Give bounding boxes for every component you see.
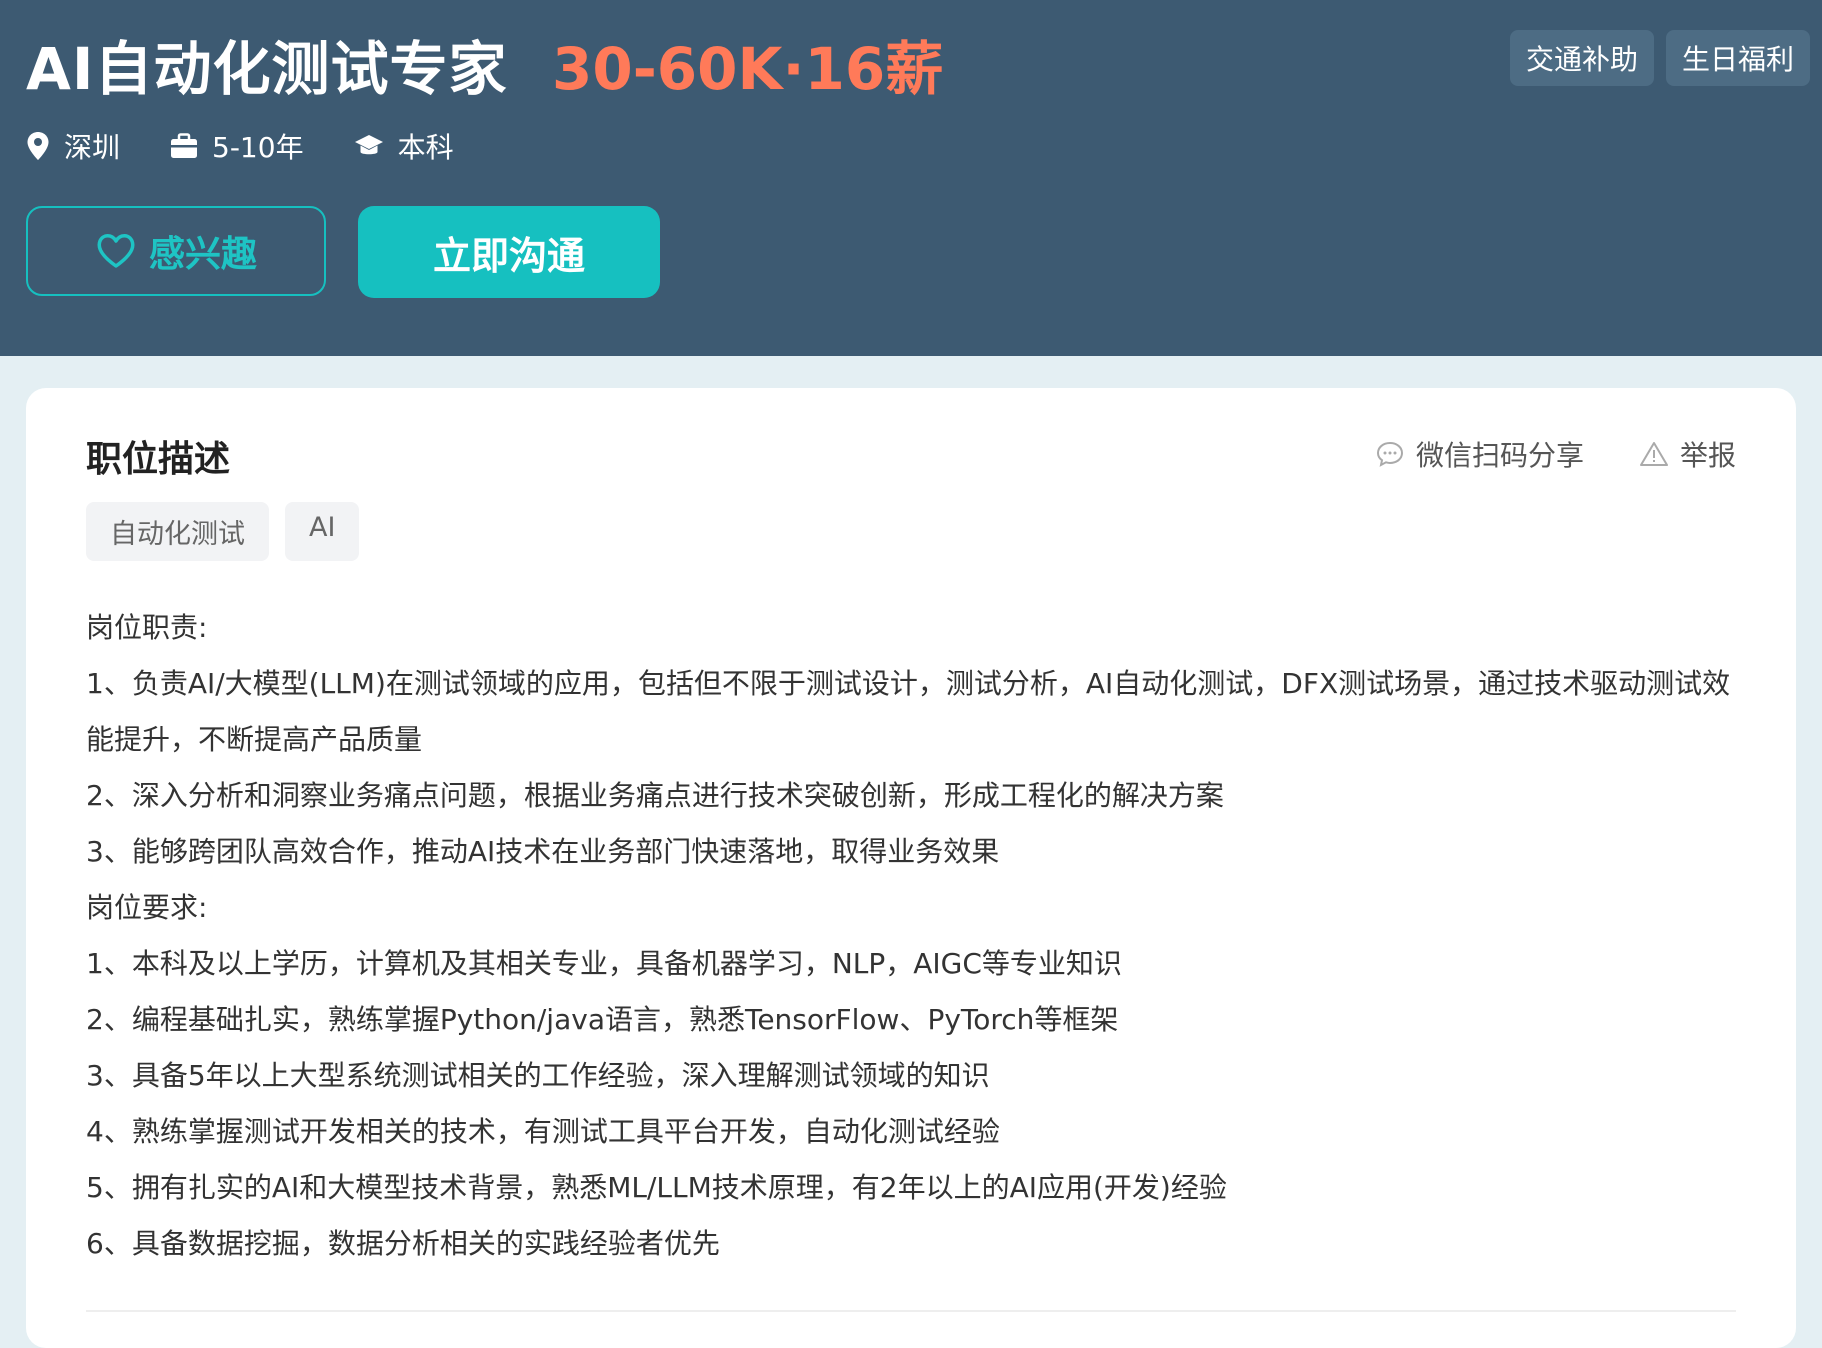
graduation-cap-icon [354,135,383,155]
report-button[interactable]: 举报 [1639,434,1736,474]
location-pin-icon [27,132,49,160]
desc-line: 1、本科及以上学历，计算机及其相关专业，具备机器学习，NLP，AIGC等专业知识 [86,947,1122,980]
job-header: AI自动化测试专家 30-60K·16薪 交通补助 生日福利 深圳 5-10年 [0,0,1822,356]
job-location: 深圳 [26,126,120,166]
heart-icon [97,234,135,268]
benefit-tags: 交通补助 生日福利 [1509,30,1810,86]
desc-line: 3、能够跨团队高效合作，推动AI技术在业务部门快速落地，取得业务效果 [86,835,1000,868]
desc-line: 2、深入分析和洞察业务痛点问题，根据业务痛点进行技术突破创新，形成工程化的解决方… [86,779,1224,812]
education-text: 本科 [397,131,454,164]
desc-line: 3、具备5年以上大型系统测试相关的工作经验，深入理解测试领域的知识 [86,1059,990,1092]
job-description-card: 职位描述 微信扫码分享 举报 自动化测试 AI 岗位职责: 1、负责AI/大模型… [26,388,1796,1348]
job-title: AI自动化测试专家 [26,35,508,103]
salary: 30-60K·16薪 [552,35,944,103]
desc-line: 岗位要求: [86,891,208,924]
desc-line: 岗位职责: [86,611,208,644]
desc-line: 4、熟练掌握测试开发相关的技术，有测试工具平台开发，自动化测试经验 [86,1115,1000,1148]
job-experience: 5-10年 [170,126,304,166]
card-actions: 微信扫码分享 举报 [1376,434,1736,474]
divider [86,1310,1736,1312]
desc-line: 6、具备数据挖掘，数据分析相关的实践经验者优先 [86,1227,720,1260]
location-text: 深圳 [64,131,121,164]
report-label: 举报 [1679,439,1736,472]
skill-tags: 自动化测试 AI [86,502,360,561]
chat-now-button[interactable]: 立即沟通 [358,206,660,298]
interest-button[interactable]: 感兴趣 [26,206,326,296]
skill-tag: AI [285,502,360,561]
interest-label: 感兴趣 [148,233,257,274]
desc-line: 5、拥有扎实的AI和大模型技术背景，熟悉ML/LLM技术原理，有2年以上的AI应… [86,1171,1227,1204]
job-education: 本科 [354,126,454,166]
wechat-share-button[interactable]: 微信扫码分享 [1376,434,1584,474]
wechat-share-label: 微信扫码分享 [1415,439,1584,472]
benefit-tag: 生日福利 [1665,30,1810,86]
warning-icon [1639,442,1668,466]
briefcase-icon [171,133,198,158]
experience-text: 5-10年 [212,131,304,164]
desc-line: 1、负责AI/大模型(LLM)在测试领域的应用，包括但不限于测试设计，测试分析，… [86,667,1731,756]
job-meta: 深圳 5-10年 本科 [26,126,504,166]
chat-bubble-icon [1376,441,1403,467]
skill-tag: 自动化测试 [86,502,269,561]
desc-line: 2、编程基础扎实，熟练掌握Python/java语言，熟悉TensorFlow、… [86,1003,1119,1036]
job-description-text: 岗位职责: 1、负责AI/大模型(LLM)在测试领域的应用，包括但不限于测试设计… [86,600,1746,1272]
benefit-tag: 交通补助 [1509,30,1654,86]
section-title: 职位描述 [86,439,231,480]
